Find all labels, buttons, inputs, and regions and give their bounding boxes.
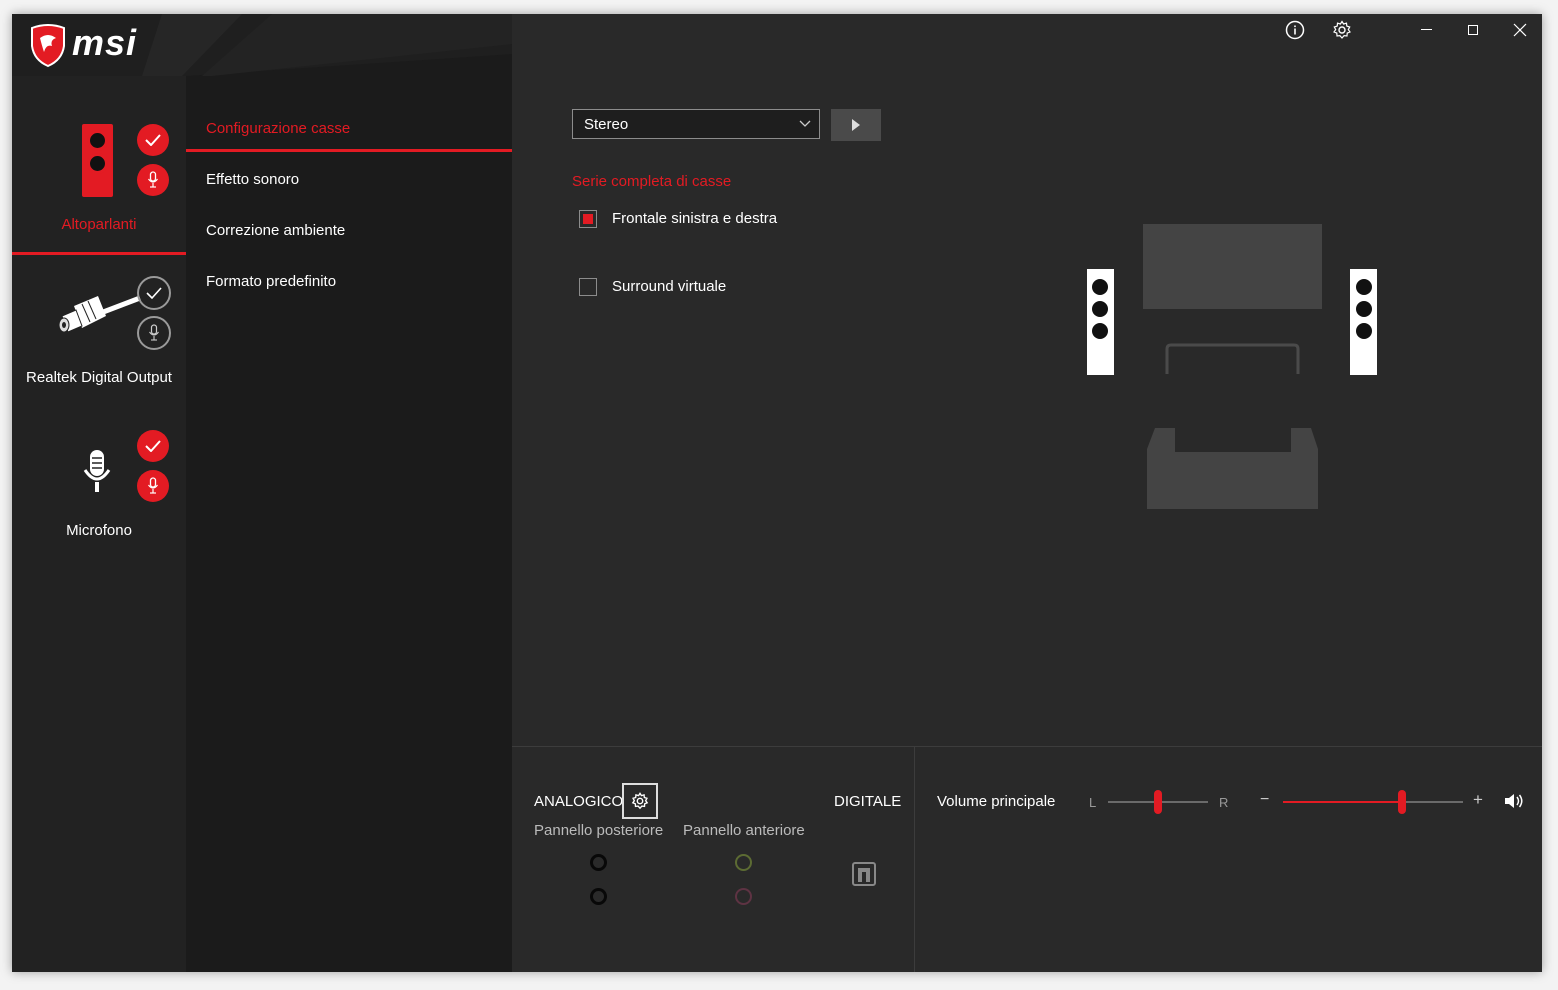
- volume-minus-button[interactable]: −: [1260, 791, 1269, 809]
- minimize-icon[interactable]: [1421, 29, 1432, 30]
- msi-dragon-icon: [28, 24, 68, 68]
- device-label: Microfono: [66, 522, 132, 539]
- optical-cable-icon: [54, 274, 144, 344]
- divider: [914, 747, 915, 972]
- microphone-device-icon: [82, 448, 112, 498]
- info-icon[interactable]: [1285, 20, 1305, 40]
- device-digital-output[interactable]: Realtek Digital Output: [12, 254, 186, 404]
- speaker-volume-icon[interactable]: [1504, 792, 1524, 810]
- default-device-check-icon[interactable]: [137, 124, 169, 156]
- nav-item-default-format[interactable]: Formato predefinito: [186, 264, 512, 304]
- volume-plus-button[interactable]: +: [1473, 790, 1483, 810]
- checkbox[interactable]: [579, 210, 597, 228]
- table: [1165, 343, 1300, 374]
- option-virtual-surround[interactable]: Surround virtuale: [578, 277, 838, 301]
- gear-icon[interactable]: [1332, 20, 1352, 40]
- app-window: msi Altoparlanti Realtek Digital Output …: [12, 14, 1542, 972]
- volume-fill: [1283, 801, 1402, 803]
- speaker-layout-diagram: [1087, 224, 1377, 509]
- option-label: Frontale sinistra e destra: [612, 210, 778, 227]
- speaker-device-icon: [82, 124, 113, 197]
- device-label: Altoparlanti: [61, 216, 137, 233]
- chevron-down-icon: [799, 120, 811, 127]
- select-value: Stereo: [584, 116, 629, 133]
- front-jack-mic[interactable]: [735, 888, 752, 905]
- analog-label: ANALOGICO: [534, 793, 624, 810]
- play-icon: [852, 119, 860, 131]
- checkbox[interactable]: [579, 278, 597, 296]
- nav-active-indicator: [186, 149, 512, 152]
- option-label: Surround virtuale: [612, 278, 727, 295]
- msi-logo-text: msi: [72, 22, 138, 63]
- balance-right-label: R: [1219, 795, 1229, 810]
- front-jack-headphone[interactable]: [735, 854, 752, 871]
- nav-item-sound-effect[interactable]: Effetto sonoro: [186, 162, 512, 202]
- balance-slider[interactable]: [1108, 790, 1208, 825]
- default-comm-mic-icon[interactable]: [137, 316, 171, 350]
- balance-left-label: L: [1089, 795, 1097, 810]
- rear-jack-2[interactable]: [590, 888, 607, 905]
- device-microphone[interactable]: Microfono: [12, 414, 186, 554]
- default-comm-mic-icon[interactable]: [137, 164, 169, 196]
- volume-label: Volume principale: [937, 793, 1056, 810]
- volume-thumb[interactable]: [1397, 790, 1406, 814]
- front-panel-label: Pannello anteriore: [683, 822, 805, 839]
- bottom-panel: ANALOGICO DIGITALE Pannello posteriore P…: [512, 746, 1542, 972]
- option-front-left-right[interactable]: Frontale sinistra e destra: [578, 209, 838, 233]
- rear-jack-1[interactable]: [590, 854, 607, 871]
- volume-slider[interactable]: [1283, 790, 1463, 825]
- default-device-check-icon[interactable]: [137, 276, 171, 310]
- digital-label: DIGITALE: [834, 793, 902, 810]
- device-speakers[interactable]: Altoparlanti: [12, 76, 186, 255]
- speaker-config-select[interactable]: Stereo: [572, 109, 820, 139]
- default-device-check-icon[interactable]: [137, 430, 169, 462]
- nav-label: Effetto sonoro: [206, 171, 300, 188]
- nav-item-room-correction[interactable]: Correzione ambiente: [186, 213, 512, 253]
- default-comm-mic-icon[interactable]: [137, 470, 169, 502]
- sofa: [1147, 428, 1318, 509]
- rear-panel-label: Pannello posteriore: [534, 822, 664, 839]
- section-title: Serie completa di casse: [572, 173, 732, 190]
- nav-label: Formato predefinito: [206, 273, 337, 290]
- right-speaker-icon: [1350, 269, 1377, 375]
- nav-item-speaker-config[interactable]: Configurazione casse: [186, 108, 512, 152]
- nav-label: Configurazione casse: [206, 120, 351, 137]
- balance-thumb[interactable]: [1154, 790, 1162, 814]
- gear-icon: [631, 792, 649, 810]
- spdif-port-icon[interactable]: [852, 862, 876, 886]
- tv-screen: [1143, 224, 1322, 309]
- maximize-icon[interactable]: [1468, 25, 1478, 35]
- close-icon[interactable]: [1513, 23, 1527, 37]
- play-test-button[interactable]: [831, 109, 881, 141]
- settings-nav: [186, 14, 512, 972]
- left-speaker-icon: [1087, 269, 1114, 375]
- analog-settings-button[interactable]: [622, 783, 658, 819]
- device-label: Realtek Digital Output: [26, 369, 172, 386]
- nav-label: Correzione ambiente: [206, 222, 346, 239]
